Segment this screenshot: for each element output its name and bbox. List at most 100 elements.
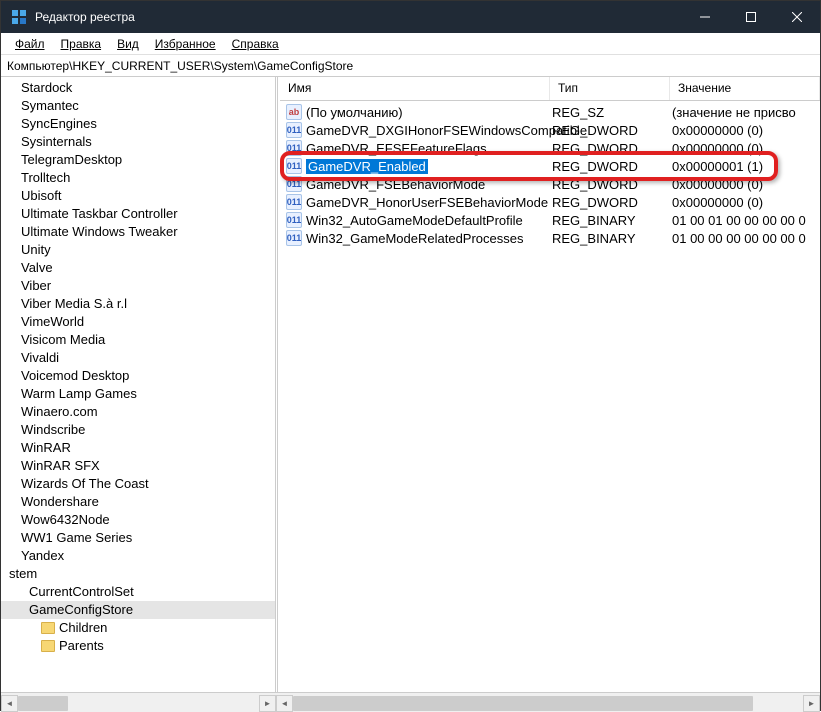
list-row[interactable]: 011GameDVR_HonorUserFSEBehaviorModeREG_D…: [280, 193, 820, 211]
titlebar[interactable]: Редактор реестра: [1, 1, 820, 33]
value-name: GameDVR_Enabled: [306, 159, 428, 174]
tree-item-label: Wondershare: [21, 494, 99, 509]
tree-item[interactable]: Wow6432Node: [1, 511, 275, 529]
tree-item[interactable]: Stardock: [1, 79, 275, 97]
tree-item[interactable]: Voicemod Desktop: [1, 367, 275, 385]
tree-item-label: Vivaldi: [21, 350, 59, 365]
tree-item-label: stem: [9, 566, 37, 581]
tree-item[interactable]: VimeWorld: [1, 313, 275, 331]
tree-item[interactable]: Viber: [1, 277, 275, 295]
list-row[interactable]: ab(По умолчанию)REG_SZ(значение не присв…: [280, 103, 820, 121]
value-type: REG_DWORD: [550, 195, 670, 210]
tree-item[interactable]: Symantec: [1, 97, 275, 115]
menu-edit[interactable]: Правка: [53, 35, 110, 53]
address-bar[interactable]: Компьютер\HKEY_CURRENT_USER\System\GameC…: [1, 55, 820, 77]
maximize-button[interactable]: [728, 1, 774, 33]
scroll-right-icon[interactable]: ►: [803, 695, 820, 712]
tree-item[interactable]: Vivaldi: [1, 349, 275, 367]
reg-binary-icon: 011: [286, 158, 302, 174]
col-header-name[interactable]: Имя: [280, 77, 550, 100]
tree-item[interactable]: GameConfigStore: [1, 601, 275, 619]
list-row[interactable]: 011Win32_GameModeRelatedProcessesREG_BIN…: [280, 229, 820, 247]
tree-item[interactable]: Warm Lamp Games: [1, 385, 275, 403]
scroll-right-icon[interactable]: ►: [259, 695, 276, 712]
value-name: Win32_AutoGameModeDefaultProfile: [306, 213, 523, 228]
menu-file[interactable]: Файл: [7, 35, 53, 53]
list-row[interactable]: 011Win32_AutoGameModeDefaultProfileREG_B…: [280, 211, 820, 229]
value-data: 0x00000000 (0): [670, 177, 820, 192]
tree-item[interactable]: Yandex: [1, 547, 275, 565]
tree-item-label: Wow6432Node: [21, 512, 110, 527]
value-type: REG_BINARY: [550, 231, 670, 246]
value-type: REG_DWORD: [550, 123, 670, 138]
list-row[interactable]: 011GameDVR_EFSEFeatureFlagsREG_DWORD0x00…: [280, 139, 820, 157]
list-row[interactable]: 011GameDVR_FSEBehaviorModeREG_DWORD0x000…: [280, 175, 820, 193]
tree-item-label: Ubisoft: [21, 188, 61, 203]
reg-string-icon: ab: [286, 104, 302, 120]
tree-item-label: Children: [59, 620, 107, 635]
tree-item[interactable]: Children: [1, 619, 275, 637]
scroll-left-icon[interactable]: ◄: [1, 695, 18, 712]
tree-item-label: Ultimate Windows Tweaker: [21, 224, 178, 239]
menu-view[interactable]: Вид: [109, 35, 147, 53]
value-type: REG_SZ: [550, 105, 670, 120]
address-text: Компьютер\HKEY_CURRENT_USER\System\GameC…: [7, 59, 353, 73]
menubar: Файл Правка Вид Избранное Справка: [1, 33, 820, 55]
menu-favorites[interactable]: Избранное: [147, 35, 224, 53]
tree-item[interactable]: WinRAR: [1, 439, 275, 457]
tree-item[interactable]: WW1 Game Series: [1, 529, 275, 547]
tree-item[interactable]: Wondershare: [1, 493, 275, 511]
reg-binary-icon: 011: [286, 140, 302, 156]
values-list: Имя Тип Значение ab(По умолчанию)REG_SZ(…: [280, 77, 820, 692]
tree-item-label: SyncEngines: [21, 116, 97, 131]
statusbar: ◄ ► ◄ ►: [1, 692, 820, 712]
value-data: 01 00 01 00 00 00 00 0: [670, 213, 820, 228]
list-hscroll[interactable]: ◄ ►: [276, 695, 820, 712]
tree-hscroll[interactable]: ◄ ►: [1, 695, 276, 712]
value-type: REG_DWORD: [550, 177, 670, 192]
tree-item-label: WinRAR: [21, 440, 71, 455]
tree-item[interactable]: WinRAR SFX: [1, 457, 275, 475]
scroll-left-icon[interactable]: ◄: [276, 695, 293, 712]
tree-item[interactable]: Winaero.com: [1, 403, 275, 421]
tree-item[interactable]: Sysinternals: [1, 133, 275, 151]
list-row[interactable]: 011GameDVR_DXGIHonorFSEWindowsCompatible…: [280, 121, 820, 139]
tree-item-label: GameConfigStore: [29, 602, 133, 617]
tree-item[interactable]: Viber Media S.à r.l: [1, 295, 275, 313]
tree-item[interactable]: Windscribe: [1, 421, 275, 439]
tree-item[interactable]: Valve: [1, 259, 275, 277]
registry-tree[interactable]: StardockSymantecSyncEngines Sysinternals T…: [1, 77, 276, 692]
tree-item-label: Yandex: [21, 548, 64, 563]
tree-item[interactable]: SyncEngines: [1, 115, 275, 133]
value-type: REG_DWORD: [550, 141, 670, 156]
tree-item[interactable]: Ubisoft: [1, 187, 275, 205]
tree-item[interactable]: Wizards Of The Coast: [1, 475, 275, 493]
close-button[interactable]: [774, 1, 820, 33]
value-data: 0x00000001 (1): [670, 159, 820, 174]
list-body[interactable]: ab(По умолчанию)REG_SZ(значение не присв…: [280, 101, 820, 692]
value-name: GameDVR_EFSEFeatureFlags: [306, 141, 487, 156]
col-header-type[interactable]: Тип: [550, 77, 670, 100]
tree-item-label: Parents: [59, 638, 104, 653]
folder-icon: [41, 622, 55, 634]
tree-item[interactable]: TelegramDesktop: [1, 151, 275, 169]
tree-item[interactable]: Ultimate Taskbar Controller: [1, 205, 275, 223]
app-icon: [11, 9, 27, 25]
tree-item-label: WinRAR SFX: [21, 458, 100, 473]
col-header-value[interactable]: Значение: [670, 77, 820, 100]
tree-item-label: Voicemod Desktop: [21, 368, 129, 383]
value-name: GameDVR_HonorUserFSEBehaviorMode: [306, 195, 548, 210]
tree-item[interactable]: stem: [1, 565, 275, 583]
tree-item[interactable]: Parents: [1, 637, 275, 655]
tree-item[interactable]: CurrentControlSet: [1, 583, 275, 601]
tree-item[interactable]: Unity: [1, 241, 275, 259]
minimize-button[interactable]: [682, 1, 728, 33]
tree-item[interactable]: Ultimate Windows Tweaker: [1, 223, 275, 241]
tree-item[interactable]: Visicom Media: [1, 331, 275, 349]
tree-item-label: Sysinternals: [21, 134, 92, 149]
tree-item[interactable]: Trolltech: [1, 169, 275, 187]
tree-item-label: Wizards Of The Coast: [21, 476, 149, 491]
tree-item-label: Ultimate Taskbar Controller: [21, 206, 178, 221]
menu-help[interactable]: Справка: [224, 35, 287, 53]
list-row[interactable]: 011GameDVR_EnabledREG_DWORD0x00000001 (1…: [280, 157, 820, 175]
